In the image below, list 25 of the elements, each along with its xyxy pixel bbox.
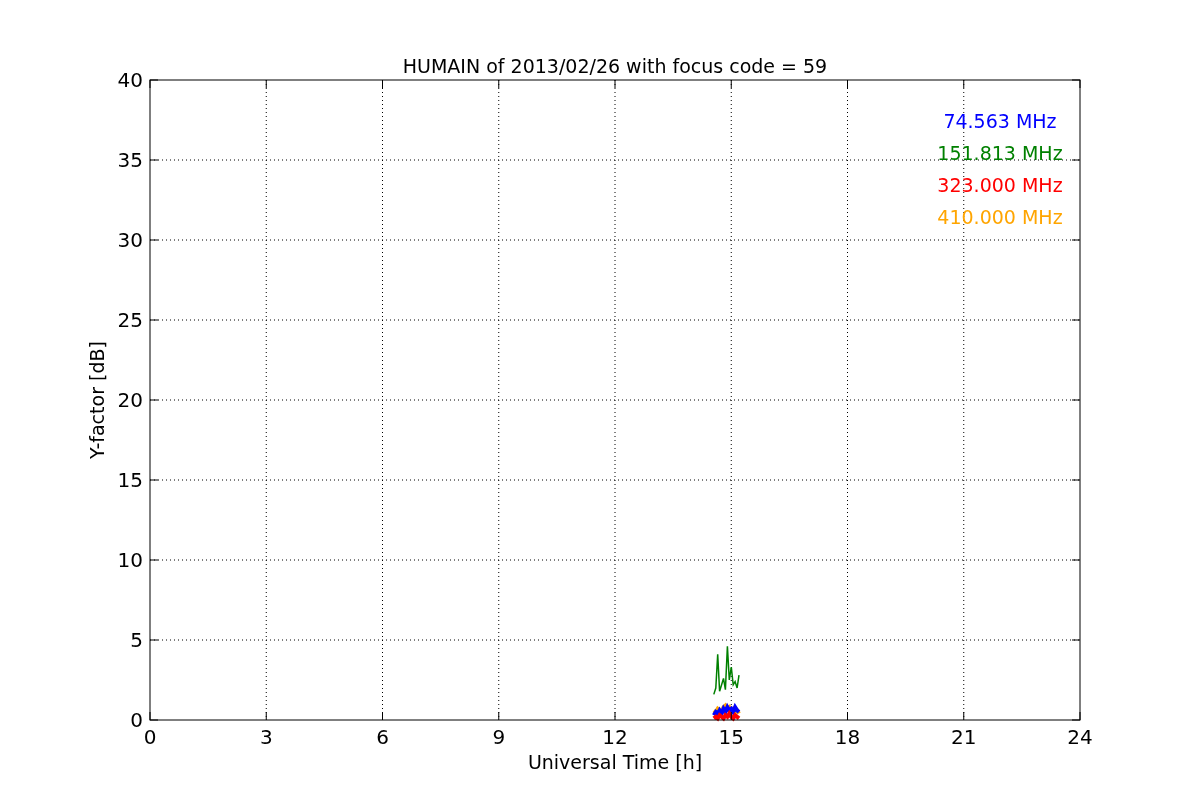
y-tick-label: 20: [117, 388, 143, 412]
x-tick-label: 9: [492, 725, 506, 749]
legend-label: 74.563 MHz: [943, 110, 1057, 132]
x-tick-label: 15: [718, 725, 744, 749]
x-tick-label: 21: [951, 725, 977, 749]
y-tick-label: 0: [130, 708, 143, 732]
y-tick-label: 5: [130, 628, 143, 652]
x-tick-label: 6: [376, 725, 389, 749]
x-tick-label: 24: [1067, 725, 1093, 749]
legend-label: 410.000 MHz: [937, 206, 1063, 228]
x-tick-label: 18: [834, 725, 861, 749]
y-tick-label: 30: [117, 228, 143, 252]
x-tick-label: 3: [259, 725, 273, 749]
y-tick-label: 35: [117, 148, 143, 172]
y-tick-label: 10: [117, 548, 143, 572]
y-tick-label: 15: [117, 468, 143, 492]
y-axis-label: Y-factor [dB]: [86, 341, 108, 459]
x-axis-label: Universal Time [h]: [527, 751, 703, 773]
x-tick-label: 0: [143, 725, 157, 749]
legend-label: 151.813 MHz: [937, 142, 1063, 164]
y-tick-label: 25: [117, 308, 143, 332]
x-tick-label: 12: [602, 725, 628, 749]
y-tick-label: 40: [117, 68, 143, 92]
legend-label: 323.000 MHz: [937, 174, 1063, 196]
chart-title: HUMAIN of 2013/02/26 with focus code = 59: [402, 55, 828, 77]
